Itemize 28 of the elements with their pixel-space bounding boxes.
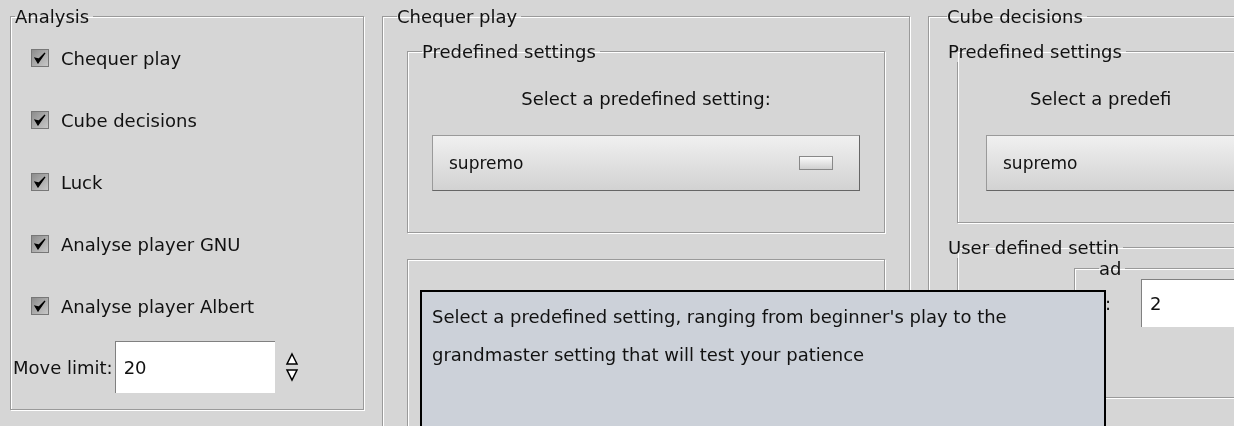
frame-title: ad xyxy=(1099,258,1123,279)
frame-title: User defined settin xyxy=(948,237,1121,258)
dropdown-indicator-icon xyxy=(799,156,833,170)
setting-dropdown[interactable]: supremo xyxy=(986,135,1234,191)
checkbox[interactable] xyxy=(31,111,49,129)
checkbox-label: Cube decisions xyxy=(61,109,197,131)
checkbox-label: Chequer play xyxy=(61,47,182,69)
prompt-text: Select a predefined setting: xyxy=(520,88,772,109)
frame-title: Predefined settings xyxy=(422,41,597,62)
checkbox[interactable] xyxy=(31,49,49,67)
checkbox[interactable] xyxy=(31,235,49,253)
tooltip: Select a predefined setting, ranging from beginner's play to the grandmaster setting that will test your patience xyxy=(420,290,1106,426)
frame-title: Analysis xyxy=(15,6,91,27)
checkbox[interactable] xyxy=(31,173,49,191)
setting-dropdown[interactable]: supremo xyxy=(432,135,860,191)
field-label: Move limit: xyxy=(13,356,113,378)
move-limit-field[interactable]: 20 xyxy=(114,341,275,393)
checkbox[interactable] xyxy=(31,297,49,315)
lookahead-field[interactable]: 2 xyxy=(1141,279,1234,327)
prompt-text: Select a predefi xyxy=(1029,88,1173,109)
frame-title: Predefined settings xyxy=(948,41,1123,62)
frame-title: Cube decisions xyxy=(947,6,1084,27)
checkbox-label: Luck xyxy=(61,171,103,193)
checkbox-label: Analyse player GNU xyxy=(61,233,241,255)
field-label: : xyxy=(1105,292,1112,314)
frame-title: Chequer play xyxy=(397,6,519,27)
checkbox-label: Analyse player Albert xyxy=(61,295,255,317)
spin-arrows-icon[interactable] xyxy=(284,352,299,382)
